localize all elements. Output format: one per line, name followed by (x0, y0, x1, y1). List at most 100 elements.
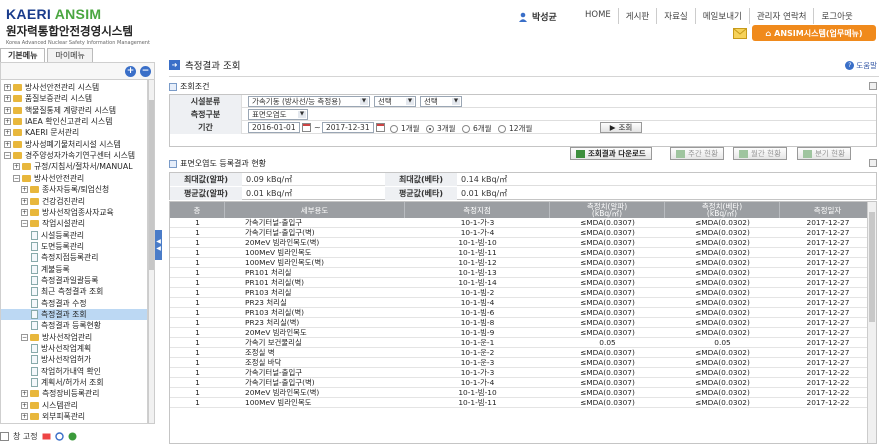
expand-icon[interactable]: + (4, 95, 11, 103)
detail-select[interactable]: 선택 ▼ (420, 96, 462, 107)
panel-options-icon[interactable] (869, 159, 877, 167)
expand-all-button[interactable]: + (125, 66, 136, 77)
sidebar-item[interactable]: 시설등록관리 (31, 230, 84, 241)
ansim-system-button[interactable]: ⌂ ANSIM시스템(업무메뉴) (752, 25, 876, 41)
sidebar-item[interactable]: 최근 측정결과 조회 (31, 286, 103, 297)
mail-icon[interactable] (42, 432, 51, 441)
sidebar-item[interactable]: + 방사선작업종사자교육 (21, 207, 114, 218)
col-point[interactable]: 측정지점 (405, 202, 550, 218)
collapse-icon[interactable]: − (21, 333, 28, 341)
table-row[interactable]: 1 가속기터널-출입구 10-1-가-3 ≤MDA(0.0307) ≤MDA(0.030… (170, 218, 876, 228)
nav-admin-contact[interactable]: 관리자 연락처 (748, 8, 814, 24)
grid-scroll-thumb[interactable] (869, 212, 875, 322)
sidebar-item[interactable]: 측정지점등록관리 (31, 252, 98, 263)
sidebar-item[interactable]: + 핵물질통제 계량관리 시스템 (4, 105, 116, 116)
sidebar-collapse-handle[interactable]: ◀◀ (155, 230, 162, 260)
col-date[interactable]: 측정일자 (780, 202, 876, 218)
menu-tree-scrollbar[interactable] (148, 80, 155, 424)
sidebar-item[interactable]: 계획서/허가서 조회 (31, 377, 104, 388)
mail-icon[interactable] (733, 28, 747, 39)
sidebar-item[interactable]: 측정결과일괄등록 (31, 275, 98, 286)
search-button[interactable]: ▶ 조회 (600, 122, 642, 133)
tab-basic-menu[interactable]: 기본메뉴 (0, 48, 46, 62)
table-row[interactable]: 1 가속기터널-출입구 10-1-가-3 ≤MDA(0.0307) ≤MDA(0.030… (170, 368, 876, 378)
sidebar-item[interactable]: − 방사선작업관리 (21, 332, 92, 343)
logo[interactable]: KAERI ANSIM 원자력통합안전경영시스템 Korea Advanced … (6, 6, 166, 46)
period-1-month[interactable]: 1개월 (390, 123, 420, 134)
at-sign-icon[interactable] (68, 432, 77, 441)
sidebar-item[interactable]: + KAERI 문서관리 (4, 127, 79, 138)
table-row[interactable]: 1 가속기터널-출입구(벽) 10-1-가-4 ≤MDA(0.0307) ≤MDA(0.… (170, 228, 876, 238)
table-row[interactable]: 1 PR101 처리실(벽) 10-1-빔-14 ≤MDA(0.0307) ≤MDA(0… (170, 278, 876, 288)
date-to-input[interactable]: 2017-12-31 (322, 122, 374, 133)
table-row[interactable]: 1 20MeV 빔라인복도 10-1-빔-9 ≤MDA(0.0307) ≤MDA(0.0… (170, 328, 876, 338)
sidebar-item[interactable]: 측정결과 등록현황 (31, 320, 101, 331)
sidebar-item[interactable]: + 시스템관리 (21, 400, 78, 411)
sidebar-item[interactable]: + 방사성폐기물처리시설 시스템 (4, 139, 121, 150)
table-row[interactable]: 1 PR101 처리실 10-1-빔-13 ≤MDA(0.0307) ≤MDA(0.03… (170, 268, 876, 278)
calendar-icon[interactable] (376, 123, 385, 132)
sidebar-item[interactable]: + 종사자등록/퇴업신청 (21, 184, 109, 195)
nav-archive[interactable]: 자료실 (656, 8, 694, 24)
table-row[interactable]: 1 20MeV 빔라인복도(벽) 10-1-빔-10 ≤MDA(0.0307) ≤MDA… (170, 238, 876, 248)
sidebar-item[interactable]: + 측정장비등록관리 (21, 388, 99, 399)
table-row[interactable]: 1 가속기터널-출입구(벽) 10-1-가-4 ≤MDA(0.0307) ≤MDA(0.… (170, 378, 876, 388)
sidebar-item[interactable]: + 건강검진관리 (21, 196, 85, 207)
sidebar-item[interactable]: + 규정/지침서/절차서/MANUAL (13, 161, 133, 172)
expand-icon[interactable]: + (13, 163, 20, 171)
sidebar-item[interactable]: − 작업시설관리 (21, 218, 85, 229)
expand-icon[interactable]: + (4, 140, 11, 148)
menu-tree-scroll-thumb[interactable] (149, 100, 154, 270)
pin-checkbox[interactable] (0, 431, 9, 441)
table-row[interactable]: 1 100MeV 빔라인복도 10-1-빔-11 ≤MDA(0.0307) ≤MDA(0… (170, 398, 876, 408)
collapse-all-button[interactable]: − (140, 66, 151, 77)
period-6-month[interactable]: 6개월 (462, 123, 492, 134)
sidebar-item[interactable]: 측정결과 조회 (1, 309, 147, 320)
nav-board[interactable]: 게시판 (617, 8, 656, 24)
table-row[interactable]: 1 100MeV 빔라인복도 10-1-빔-11 ≤MDA(0.0307) ≤MDA(0… (170, 248, 876, 258)
expand-icon[interactable]: + (21, 413, 28, 421)
expand-icon[interactable]: + (21, 186, 28, 194)
sidebar-item[interactable]: − 경주양성자가속기연구센터 시스템 (4, 150, 135, 161)
sidebar-item[interactable]: + 외부피폭관리 (21, 411, 85, 422)
table-row[interactable]: 1 100MeV 빔라인복도(벽) 10-1-빔-12 ≤MDA(0.0307) ≤MD… (170, 258, 876, 268)
sidebar-item[interactable]: + 품질보증관리 시스템 (4, 93, 92, 104)
sidebar-item[interactable]: 도면등록관리 (31, 241, 84, 252)
nav-logout[interactable]: 로그아웃 (813, 8, 859, 24)
sidebar-item[interactable]: − 방사선안전관리 (13, 173, 84, 184)
help-link[interactable]: ? 도움말 (845, 60, 877, 71)
measure-type-select[interactable]: 표면오염도 ▼ (248, 109, 308, 120)
sidebar-item[interactable]: 계불등록 (31, 264, 70, 275)
sidebar-item[interactable]: 방사선작업계획 (31, 343, 91, 354)
expand-icon[interactable]: + (4, 129, 11, 137)
collapse-icon[interactable]: − (4, 152, 11, 160)
subcategory-select[interactable]: 선택 ▼ (374, 96, 416, 107)
col-floor[interactable]: 층 (170, 202, 225, 218)
col-beta[interactable]: 측정치(베타) (kBq/㎡) (665, 202, 780, 218)
nav-home[interactable]: HOME (578, 8, 618, 24)
expand-icon[interactable]: + (21, 390, 28, 398)
period-3-month[interactable]: 3개월 (426, 123, 456, 134)
nav-send-mail[interactable]: 메일보내기 (694, 8, 749, 24)
period-12-month[interactable]: 12개월 (498, 123, 532, 134)
tab-my-menu[interactable]: 마이메뉴 (47, 48, 93, 62)
col-alpha[interactable]: 측정치(알파) (kBq/㎡) (550, 202, 665, 218)
category-select[interactable]: 가속기동 (방사선/능 측정용) ▼ (248, 96, 370, 107)
refresh-icon[interactable] (54, 431, 64, 441)
expand-icon[interactable]: + (21, 208, 28, 216)
sidebar-item[interactable]: 방사선작업허가 (31, 354, 91, 365)
expand-icon[interactable]: + (21, 401, 28, 409)
col-usage[interactable]: 세부용도 (225, 202, 405, 218)
calendar-icon[interactable] (302, 123, 311, 132)
expand-icon[interactable]: + (4, 118, 11, 126)
expand-icon[interactable]: + (4, 106, 11, 114)
panel-options-icon[interactable] (869, 82, 877, 90)
grid-scrollbar[interactable] (867, 202, 876, 443)
table-row[interactable]: 1 20MeV 빔라인복도(벽) 10-1-빔-10 ≤MDA(0.0307) ≤MDA… (170, 388, 876, 398)
sidebar-item[interactable]: 작업허가내역 확인 (31, 366, 101, 377)
expand-icon[interactable]: + (21, 197, 28, 205)
sidebar-item[interactable]: + IAEA 확인신고관리 시스템 (4, 116, 112, 127)
sidebar-item[interactable]: 측정결과 수정 (31, 298, 87, 309)
table-row[interactable]: 1 PR23 처리실(벽) 10-1-빔-8 ≤MDA(0.0307) ≤MDA(0.0… (170, 318, 876, 328)
table-row[interactable]: 1 PR23 처리실 10-1-빔-4 ≤MDA(0.0307) ≤MDA(0.0302… (170, 298, 876, 308)
